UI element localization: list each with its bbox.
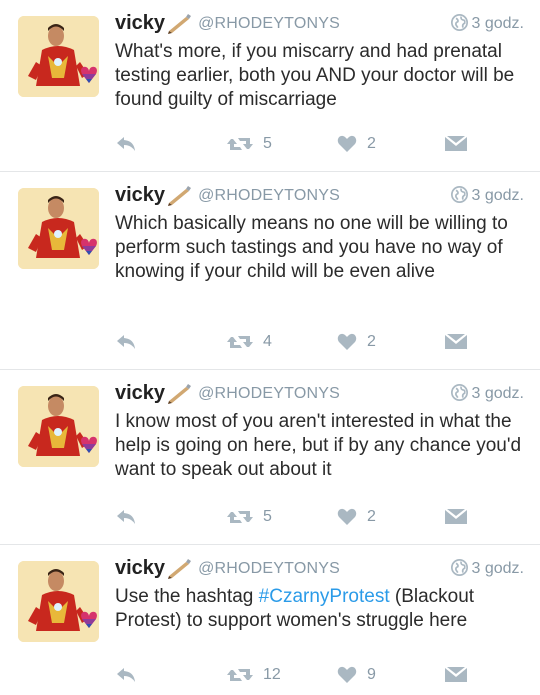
heart-icon (337, 333, 357, 350)
timestamp[interactable]: 3 godz. (450, 186, 524, 205)
display-name[interactable]: vicky (115, 12, 165, 34)
timestamp[interactable]: 3 godz. (450, 559, 524, 578)
avatar-ironman-image (18, 16, 99, 97)
display-name[interactable]: vicky (115, 382, 165, 404)
user-handle[interactable]: @RHODEYTONYS (198, 385, 340, 402)
retweet-count: 5 (263, 508, 272, 525)
timestamp-text: 3 godz. (471, 385, 524, 402)
retweet-icon (227, 669, 253, 681)
tweet-actions: 4 2 (115, 330, 524, 354)
envelope-icon (445, 509, 467, 524)
reply-icon (117, 335, 135, 349)
like-button[interactable]: 2 (337, 505, 376, 529)
tweet-text-body: Use the hashtag (115, 586, 259, 607)
direct-message-button[interactable] (445, 663, 467, 687)
tweet[interactable]: vicky @RHODEYTONYS 3 godz. I know most of… (0, 370, 540, 545)
user-handle[interactable]: @RHODEYTONYS (198, 15, 340, 32)
direct-message-button[interactable] (445, 505, 467, 529)
avatar[interactable] (18, 188, 99, 269)
retweet-icon (227, 511, 253, 523)
tweet[interactable]: vicky @RHODEYTONYS 3 godz. Use the hashta… (0, 545, 540, 695)
envelope-icon (445, 334, 467, 349)
pen-icon (168, 383, 192, 404)
reply-button[interactable] (115, 663, 137, 687)
like-count: 9 (367, 666, 376, 683)
direct-message-button[interactable] (445, 330, 467, 354)
tweet-actions: 5 2 (115, 505, 524, 529)
timestamp-text: 3 godz. (471, 187, 524, 204)
retweet-count: 12 (263, 666, 281, 683)
tweet-text: Which basically means no one will be wil… (115, 212, 524, 284)
retweet-count: 5 (263, 135, 272, 152)
like-button[interactable]: 2 (337, 330, 376, 354)
tweet-text-body: I know most of you aren't interested in … (115, 411, 522, 480)
avatar[interactable] (18, 386, 99, 467)
tweet-text: I know most of you aren't interested in … (115, 410, 524, 482)
tweet-header: vicky @RHODEYTONYS 3 godz. (115, 12, 524, 40)
heart-icon (337, 135, 357, 152)
tweet-header: vicky @RHODEYTONYS 3 godz. (115, 557, 524, 585)
display-name[interactable]: vicky (115, 184, 165, 206)
retweet-icon (227, 138, 253, 150)
pen-icon (168, 185, 192, 206)
retweet-button[interactable]: 4 (227, 330, 272, 354)
tweet[interactable]: vicky @RHODEYTONYS 3 godz. What's more, i… (0, 0, 540, 172)
retweet-button[interactable]: 5 (227, 505, 272, 529)
envelope-icon (445, 667, 467, 682)
tweet[interactable]: vicky @RHODEYTONYS 3 godz. Which basicall… (0, 172, 540, 370)
retweet-button[interactable]: 12 (227, 663, 281, 687)
reply-icon (117, 668, 135, 682)
tweet-text: Use the hashtag #CzarnyProtest (Blackout… (115, 585, 524, 633)
timestamp[interactable]: 3 godz. (450, 14, 524, 33)
avatar-ironman-image (18, 561, 99, 642)
reply-button[interactable] (115, 330, 137, 354)
user-handle[interactable]: @RHODEYTONYS (198, 187, 340, 204)
timestamp[interactable]: 3 godz. (450, 384, 524, 403)
globe-icon (450, 186, 468, 203)
heart-icon (337, 666, 357, 683)
tweet-actions: 5 2 (115, 132, 524, 156)
envelope-icon (445, 136, 467, 151)
reply-button[interactable] (115, 132, 137, 156)
tweet-text-body: Which basically means no one will be wil… (115, 213, 508, 282)
tweet-header: vicky @RHODEYTONYS 3 godz. (115, 382, 524, 410)
retweet-icon (227, 336, 253, 348)
like-button[interactable]: 9 (337, 663, 376, 687)
user-handle[interactable]: @RHODEYTONYS (198, 560, 340, 577)
tweet-text: What's more, if you miscarry and had pre… (115, 40, 524, 112)
like-count: 2 (367, 508, 376, 525)
retweet-button[interactable]: 5 (227, 132, 272, 156)
tweet-text-body: What's more, if you miscarry and had pre… (115, 41, 515, 110)
globe-icon (450, 559, 468, 576)
like-count: 2 (367, 135, 376, 152)
tweet-actions: 12 9 (115, 663, 524, 687)
avatar-ironman-image (18, 188, 99, 269)
hashtag-link[interactable]: #CzarnyProtest (259, 586, 390, 607)
reply-button[interactable] (115, 505, 137, 529)
globe-icon (450, 14, 468, 31)
like-button[interactable]: 2 (337, 132, 376, 156)
display-name[interactable]: vicky (115, 557, 165, 579)
heart-icon (337, 508, 357, 525)
globe-icon (450, 384, 468, 401)
like-count: 2 (367, 333, 376, 350)
timestamp-text: 3 godz. (471, 15, 524, 32)
reply-icon (117, 137, 135, 151)
avatar-ironman-image (18, 386, 99, 467)
direct-message-button[interactable] (445, 132, 467, 156)
reply-icon (117, 510, 135, 524)
timestamp-text: 3 godz. (471, 560, 524, 577)
pen-icon (168, 558, 192, 579)
avatar[interactable] (18, 561, 99, 642)
retweet-count: 4 (263, 333, 272, 350)
avatar[interactable] (18, 16, 99, 97)
pen-icon (168, 13, 192, 34)
tweet-header: vicky @RHODEYTONYS 3 godz. (115, 184, 524, 212)
